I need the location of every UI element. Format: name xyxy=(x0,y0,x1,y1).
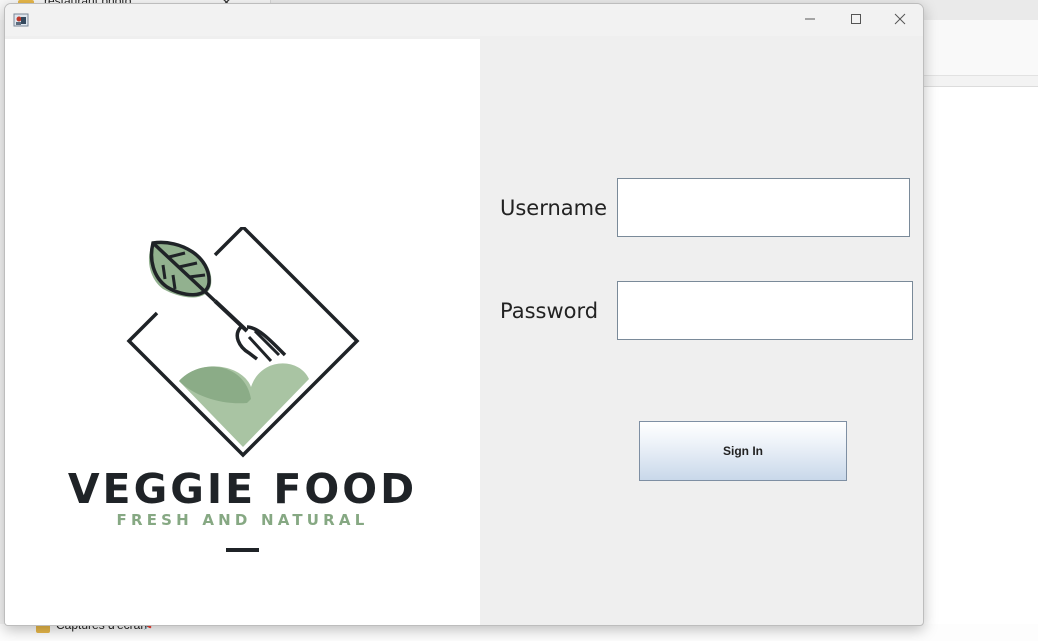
logo-divider xyxy=(226,548,259,552)
password-label: Password xyxy=(500,299,599,323)
brand-tagline: FRESH AND NATURAL xyxy=(116,511,369,529)
password-input[interactable] xyxy=(617,281,913,340)
background-toolbar xyxy=(920,20,1038,76)
title-bar[interactable] xyxy=(5,4,923,36)
sign-in-button[interactable]: Sign In xyxy=(639,421,847,481)
background-address-bar xyxy=(920,86,1038,120)
veggie-food-logo-icon xyxy=(126,227,360,458)
minimize-button[interactable] xyxy=(787,4,833,34)
brand-name: VEGGIE FOOD xyxy=(67,465,418,513)
username-input[interactable] xyxy=(617,178,910,237)
logo-panel: VEGGIE FOOD FRESH AND NATURAL xyxy=(5,39,480,625)
login-window: VEGGIE FOOD FRESH AND NATURAL Username P… xyxy=(4,3,924,626)
background-content xyxy=(920,119,1038,641)
maximize-icon xyxy=(851,14,861,24)
close-button[interactable] xyxy=(877,4,923,34)
close-icon xyxy=(894,13,906,25)
background-sidebar-item[interactable]: Captures d'écran 📌 xyxy=(0,618,1038,641)
maximize-button[interactable] xyxy=(833,4,879,34)
username-label: Username xyxy=(500,196,608,220)
minimize-icon xyxy=(805,18,815,20)
java-app-icon xyxy=(13,13,29,27)
